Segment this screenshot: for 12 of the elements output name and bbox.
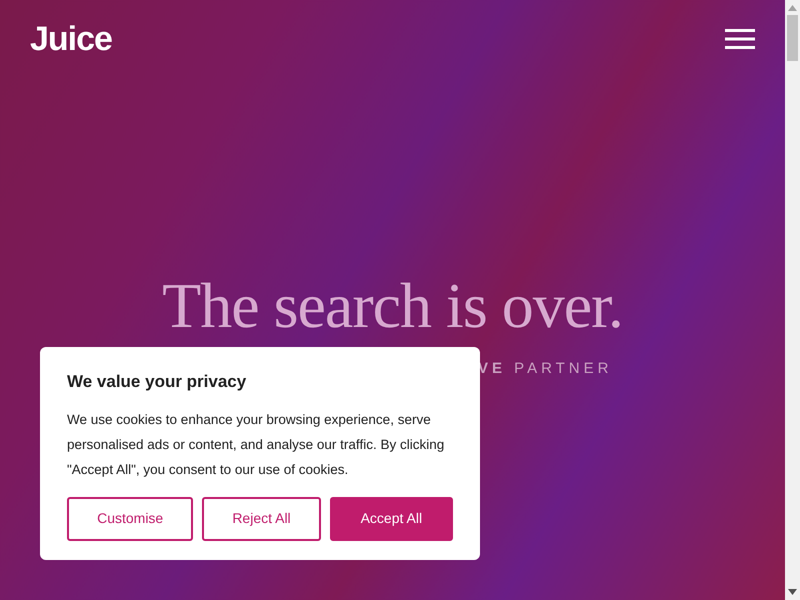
scrollbar[interactable] bbox=[785, 0, 800, 600]
cookie-button[interactable]: Reject All bbox=[202, 496, 321, 540]
cookie-button[interactable]: Accept All bbox=[330, 496, 453, 540]
dialog-body: We use cookies to enhance your browsing experience, serve personalised ads or content, and analyse our traffic. By clicking "Accept All", you consent to our use of cookies. bbox=[67, 410, 446, 479]
dialog-title: We value your privacy bbox=[67, 371, 248, 393]
scroll-down-arrow-icon[interactable] bbox=[788, 589, 797, 595]
menu-icon[interactable] bbox=[725, 29, 755, 49]
scroll-up-icon[interactable] bbox=[788, 5, 797, 11]
logo[interactable]: Juice bbox=[30, 22, 112, 56]
hero-headline: The search is over. bbox=[162, 274, 623, 338]
scrollbar-thumb[interactable] bbox=[787, 15, 798, 61]
cookie-button[interactable]: Customise bbox=[67, 496, 194, 540]
